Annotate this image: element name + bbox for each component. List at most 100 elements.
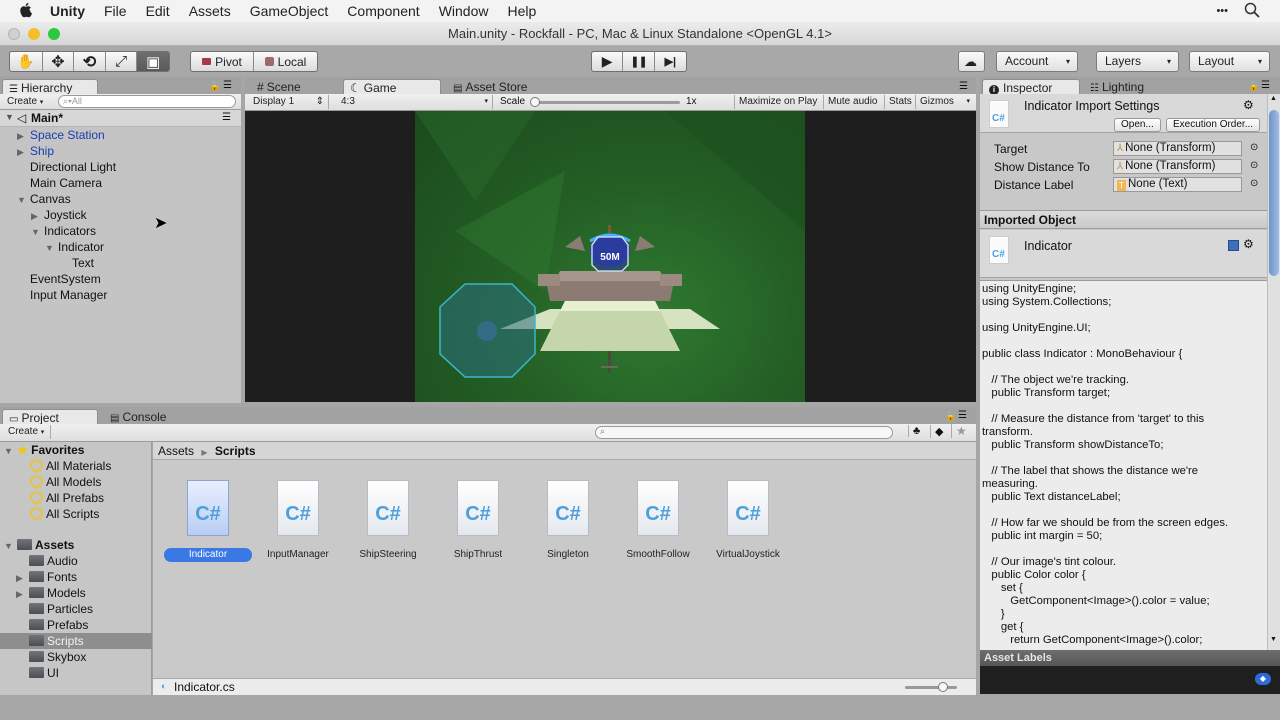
favorites-header[interactable]: ▼ ★ Favorites [4,442,84,458]
lock-icon[interactable]: 🔒 [945,411,956,422]
spotlight-search-icon[interactable] [1244,2,1260,21]
display-dropdown[interactable]: Display 1 ⇕ [249,95,329,109]
open-button[interactable]: Open... [1114,118,1161,132]
panel-menu-icon[interactable]: ☰ [1261,80,1270,91]
tab-console[interactable]: ▤ Console [104,409,200,425]
lock-icon[interactable]: 🔒 [1248,81,1259,92]
collapse-triangle-icon[interactable]: ▶ [17,128,30,144]
zoom-window-button[interactable] [48,28,60,40]
hierarchy-item[interactable]: ▼ Indicator [45,239,104,255]
filter-by-label-icon[interactable]: ◆ [930,425,943,438]
tab-hierarchy[interactable]: ☰ Hierarchy [2,79,98,95]
script-file[interactable]: C# SmoothFollow [613,480,703,562]
collapse-triangle-icon[interactable]: ▶ [16,586,29,602]
stats-toggle[interactable]: Stats [884,95,916,109]
pause-button[interactable]: ❚❚ [623,52,655,71]
more-icon[interactable]: ••• [1216,2,1228,21]
virtual-joystick[interactable] [439,283,536,378]
hierarchy-item[interactable]: Text [59,255,94,271]
layers-dropdown[interactable]: Layers ▾ [1096,51,1179,72]
project-create-button[interactable]: Create ▾ [4,425,52,439]
panel-menu-icon[interactable]: ☰ [223,80,232,91]
hierarchy-item[interactable]: Input Manager [17,287,107,303]
scroll-up-icon[interactable]: ▲ [1270,95,1277,102]
gear-icon[interactable]: ⚙ [1243,237,1254,251]
favorites-item[interactable]: All Scripts [30,506,99,522]
inspector-scrollbar[interactable]: ▲ ▼ [1267,94,1280,650]
scene-header[interactable]: ▼ ◁ Main* ☰ [0,110,241,127]
hierarchy-item[interactable]: ▶ Joystick [31,207,87,223]
menu-edit[interactable]: Edit [146,3,170,19]
tab-project[interactable]: ▭ Project [2,409,98,425]
tab-inspector[interactable]: i Inspector [982,79,1080,95]
menu-file[interactable]: File [104,3,127,19]
menu-unity[interactable]: Unity [50,3,85,19]
script-file[interactable]: C# InputManager [253,480,343,562]
expand-triangle-icon[interactable]: ▼ [45,240,58,256]
script-file[interactable]: C# VirtualJoystick [703,480,793,562]
object-field[interactable]: T None (Text) [1113,177,1242,192]
script-file[interactable]: C# ShipThrust [433,480,523,562]
maximize-on-play-toggle[interactable]: Maximize on Play [734,95,821,109]
step-button[interactable]: ▶| [655,52,686,71]
expand-triangle-icon[interactable]: ▼ [4,443,17,459]
asset-folder[interactable]: ▶ Models [16,585,86,601]
hierarchy-item[interactable]: ▶ Ship [17,143,54,159]
favorites-item[interactable]: All Materials [30,458,111,474]
scale-slider-thumb[interactable] [530,97,540,107]
joystick-knob[interactable] [477,321,497,341]
scroll-down-icon[interactable]: ▼ [1270,636,1277,643]
hierarchy-create-button[interactable]: Create ▾ [3,95,47,109]
menu-gameobject[interactable]: GameObject [250,3,329,19]
project-search-input[interactable]: ⌕ [595,426,893,439]
hierarchy-item[interactable]: ▼ Indicators [31,223,96,239]
asset-folder[interactable]: UI [16,665,59,681]
object-field[interactable]: ⅄ None (Transform) [1113,159,1242,174]
asset-folder[interactable]: Audio [16,553,78,569]
collab-cloud-button[interactable]: ☁ [958,51,985,72]
asset-folder[interactable]: Prefabs [16,617,88,633]
expand-triangle-icon[interactable]: ▼ [4,538,17,554]
close-window-button[interactable] [8,28,20,40]
asset-folder[interactable]: Scripts [0,633,152,649]
gizmos-dropdown[interactable]: Gizmos ▾ [915,95,973,109]
script-file[interactable]: C# Indicator [163,480,253,562]
rotate-tool-button[interactable]: ⟲ [74,52,106,71]
breadcrumb-scripts[interactable]: Scripts [215,444,256,458]
tab-game[interactable]: ☾ Game [343,79,441,95]
icon-size-slider-track[interactable] [905,686,957,689]
collapse-triangle-icon[interactable]: ▶ [16,570,29,586]
scrollbar-thumb[interactable] [1269,110,1279,276]
tab-asset-store[interactable]: ▤ Asset Store [447,79,547,95]
favorites-item[interactable]: All Prefabs [30,490,104,506]
game-view[interactable]: 50M [415,111,805,402]
hierarchy-item[interactable]: Main Camera [17,175,102,191]
icon-size-slider-thumb[interactable] [938,682,949,692]
object-picker-icon[interactable]: ⊙ [1250,142,1258,153]
menu-help[interactable]: Help [507,3,536,19]
hierarchy-item[interactable]: ▼ Canvas [17,191,71,207]
asset-folder[interactable]: ▶ Fonts [16,569,77,585]
aspect-dropdown[interactable]: 4:3 ▾ [337,95,493,109]
filter-by-type-icon[interactable]: ♣ [908,425,920,437]
local-toggle[interactable]: Local [254,52,317,71]
hand-tool-button[interactable]: ✋ [10,52,43,71]
object-picker-icon[interactable]: ⊙ [1250,160,1258,171]
collapse-triangle-icon[interactable]: ▶ [31,208,44,224]
collapse-triangle-icon[interactable]: ▶ [17,144,30,160]
favorites-item[interactable]: All Models [30,474,101,490]
tag-icon[interactable]: ◆ [1255,673,1271,685]
scale-slider-track[interactable] [534,101,680,104]
menu-assets[interactable]: Assets [189,3,231,19]
panel-menu-icon[interactable]: ☰ [959,81,968,92]
expand-triangle-icon[interactable]: ▼ [17,192,30,208]
expand-triangle-icon[interactable]: ▼ [5,112,14,122]
asset-folder[interactable]: Particles [16,601,93,617]
play-button[interactable]: ▶ [592,52,624,71]
execution-order-button[interactable]: Execution Order... [1166,118,1261,132]
apple-logo-icon[interactable] [20,2,36,19]
hierarchy-search-input[interactable]: ⌕▾All [58,95,236,108]
hierarchy-item[interactable]: Directional Light [17,159,116,175]
tab-scene[interactable]: # Scene [251,79,341,95]
menu-component[interactable]: Component [347,3,419,19]
